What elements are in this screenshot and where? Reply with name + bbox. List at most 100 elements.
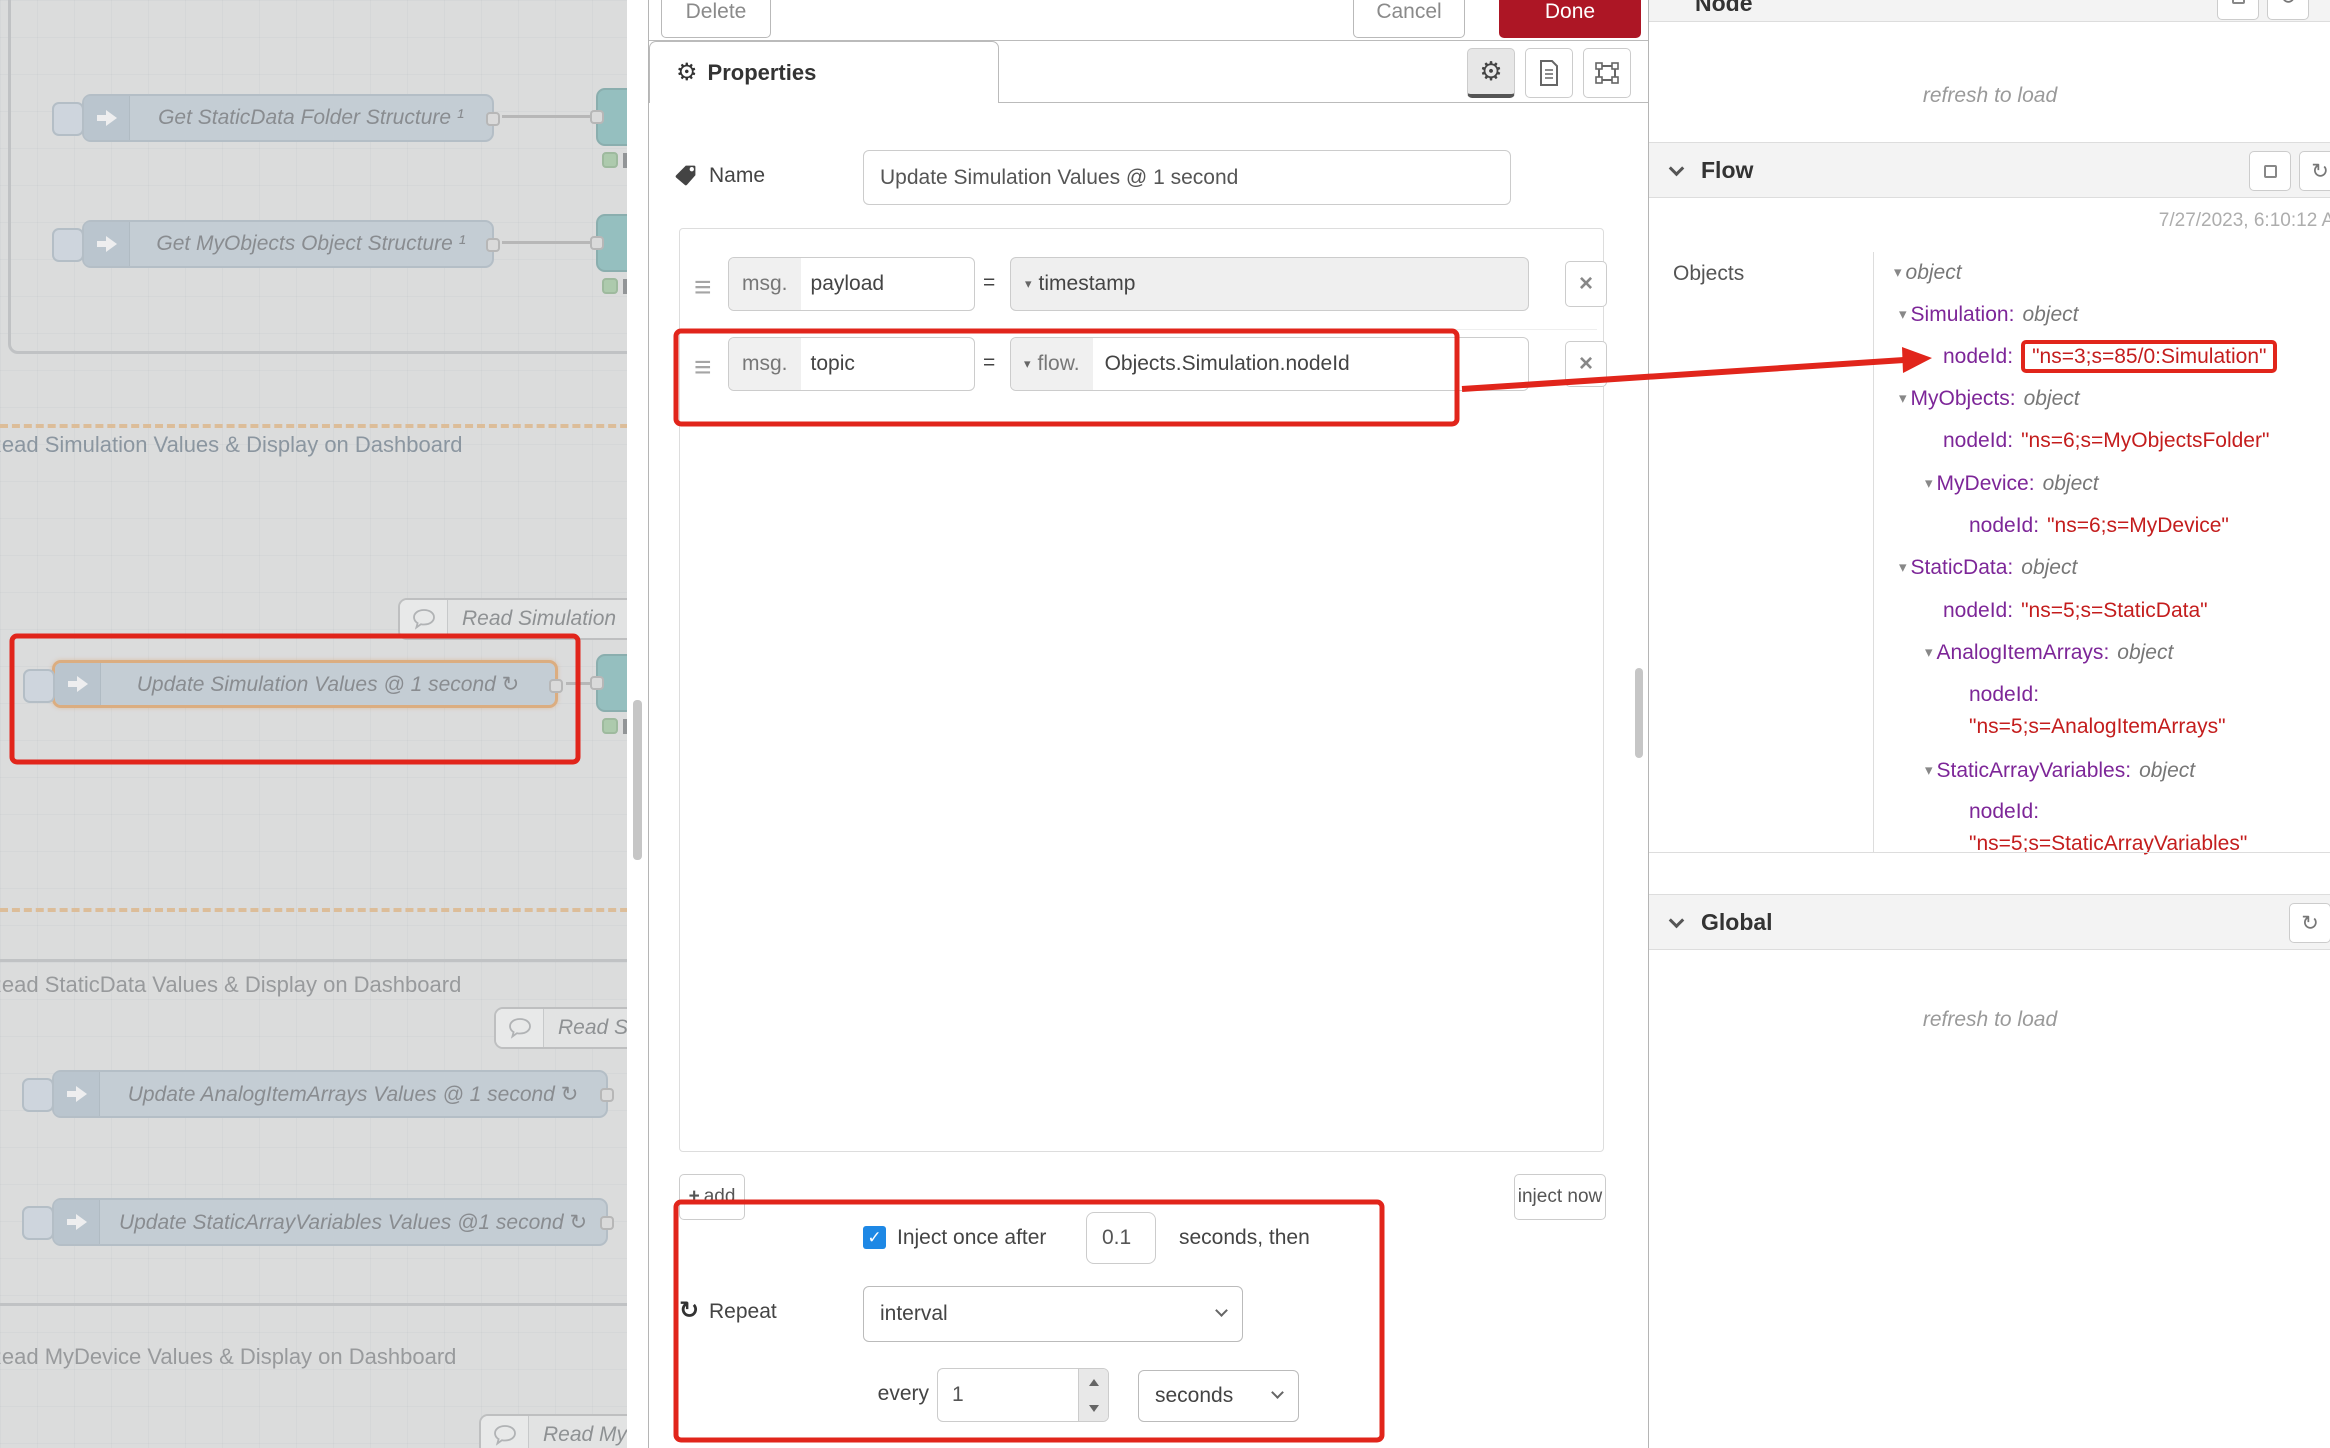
node-update-analogitemarrays[interactable]: Update AnalogItemArrays Values @ 1 secon… xyxy=(52,1070,608,1118)
node-description-button[interactable] xyxy=(1525,48,1573,98)
expand-triangle-icon[interactable]: ▾ xyxy=(1899,390,1907,407)
tree-row[interactable]: ▾AnalogItemArrays:object xyxy=(1925,638,2173,668)
name-input[interactable]: Update Simulation Values @ 1 second xyxy=(863,150,1511,205)
spinner-up-icon[interactable] xyxy=(1089,1379,1099,1386)
output-port[interactable] xyxy=(486,238,500,252)
inject-now-button[interactable]: inject now xyxy=(1514,1174,1606,1220)
node-section-header[interactable]: Node ↻ xyxy=(1649,0,2330,22)
section-divider xyxy=(1649,852,2330,853)
flow-refresh-button[interactable]: ↻ xyxy=(2299,151,2330,191)
tree-row[interactable]: nodeId: xyxy=(1969,797,2047,827)
number-spinner[interactable] xyxy=(1078,1369,1108,1421)
drag-handle-icon[interactable]: ≡ xyxy=(694,351,712,385)
inject-once-checkbox[interactable]: ✓ xyxy=(863,1226,886,1249)
inject-trigger-button[interactable] xyxy=(23,669,55,703)
inject-trigger-button[interactable] xyxy=(22,1206,54,1240)
inject-trigger-button[interactable] xyxy=(22,1078,54,1112)
repeat-select[interactable]: interval xyxy=(863,1286,1243,1342)
output-port[interactable] xyxy=(549,679,563,693)
delete-button[interactable]: Delete xyxy=(661,0,771,38)
tree-row-nodeid-simulation[interactable]: nodeId:"ns=3;s=85/0:Simulation" xyxy=(1943,342,2277,372)
tab-properties[interactable]: ⚙ Properties xyxy=(649,41,999,103)
tree-row[interactable]: ▾MyObjects:object xyxy=(1899,384,2080,414)
node-copy-button[interactable] xyxy=(2217,0,2259,20)
cancel-button[interactable]: Cancel xyxy=(1353,0,1465,38)
annotation-box-nodeid: "ns=3;s=85/0:Simulation" xyxy=(2021,340,2277,373)
node-get-myobjects-structure[interactable]: Get MyObjects Object Structure ¹ xyxy=(82,220,494,268)
output-port[interactable] xyxy=(600,1216,614,1230)
interval-unit-select[interactable]: seconds xyxy=(1138,1370,1299,1422)
node-update-simulation[interactable]: Update Simulation Values @ 1 second ↻ xyxy=(52,660,558,708)
node-get-staticdata-structure[interactable]: Get StaticData Folder Structure ¹ xyxy=(82,94,494,142)
node-settings-button[interactable]: ⚙ xyxy=(1467,48,1515,98)
flow-copy-button[interactable] xyxy=(2249,151,2291,191)
wire xyxy=(502,115,598,118)
output-port[interactable] xyxy=(486,112,500,126)
expand-triangle-icon[interactable]: ▾ xyxy=(1894,264,1902,281)
remove-row-button[interactable]: × xyxy=(1565,261,1607,307)
node-context-placeholder: refresh to load xyxy=(1649,84,2330,108)
expand-triangle-icon[interactable]: ▾ xyxy=(1899,306,1907,323)
canvas-scrollbar-track[interactable] xyxy=(627,0,648,1448)
spinner-down-icon[interactable] xyxy=(1089,1405,1099,1412)
group-dashed-border xyxy=(0,424,640,428)
comment-label: Read S xyxy=(544,1016,628,1040)
canvas-scrollbar-thumb[interactable] xyxy=(633,700,642,860)
prop-name-input-payload[interactable]: msg. payload xyxy=(728,257,975,311)
tree-row[interactable]: nodeId: xyxy=(1969,680,2047,710)
expand-triangle-icon[interactable]: ▾ xyxy=(1925,644,1933,661)
typed-input-timestamp[interactable]: ▾ timestamp xyxy=(1010,257,1529,311)
tree-row-wrapped-value: "ns=5;s=StaticArrayVariables" xyxy=(1969,829,2247,859)
global-section-header[interactable]: Global ↻ xyxy=(1649,894,2330,950)
tree-row[interactable]: ▾object xyxy=(1894,258,1962,288)
flow-canvas[interactable]: Get StaticData Folder Structure ¹ Get My… xyxy=(0,0,648,1448)
flow-context-timestamp: 7/27/2023, 6:10:12 AM xyxy=(2159,210,2330,232)
gear-icon: ⚙ xyxy=(1479,56,1502,87)
tree-row[interactable]: ▾StaticData:object xyxy=(1899,553,2077,583)
tree-row[interactable]: ▾StaticArrayVariables:object xyxy=(1925,756,2195,786)
wire xyxy=(502,241,598,244)
tree-row[interactable]: nodeId:"ns=5;s=StaticData" xyxy=(1943,596,2208,626)
global-section-title: Global xyxy=(1701,895,1773,949)
input-port[interactable] xyxy=(590,236,604,250)
output-port[interactable] xyxy=(600,1088,614,1102)
tree-row[interactable]: nodeId:"ns=6;s=MyObjectsFolder" xyxy=(1943,426,2269,456)
equals-sign: = xyxy=(983,271,995,295)
inject-delay-input[interactable]: 0.1 xyxy=(1086,1212,1156,1264)
expand-triangle-icon[interactable]: ▾ xyxy=(1925,475,1933,492)
refresh-icon: ↻ xyxy=(2301,911,2319,936)
flow-section-header[interactable]: Flow ↻ xyxy=(1649,142,2330,198)
equals-sign: = xyxy=(983,351,995,375)
drag-handle-icon[interactable]: ≡ xyxy=(694,271,712,305)
group-label-staticdata: Read StaticData Values & Display on Dash… xyxy=(0,972,461,998)
global-refresh-button[interactable]: ↻ xyxy=(2289,903,2330,943)
typed-input-flow-context[interactable]: ▾flow. Objects.Simulation.nodeId xyxy=(1010,337,1529,391)
node-appearance-button[interactable] xyxy=(1583,48,1631,98)
tree-row[interactable]: nodeId:"ns=6;s=MyDevice" xyxy=(1969,511,2229,541)
inject-trigger-button[interactable] xyxy=(52,102,84,136)
status-dot xyxy=(602,152,618,168)
every-label: every xyxy=(869,1382,929,1406)
context-key-objects: Objects xyxy=(1673,262,1744,286)
repeat-icon: ↻ xyxy=(679,1296,699,1325)
flow-type-selector[interactable]: ▾flow. xyxy=(1011,338,1093,390)
status-dot xyxy=(602,278,618,294)
inject-trigger-button[interactable] xyxy=(52,228,84,262)
prop-name-input-topic[interactable]: msg. topic xyxy=(728,337,975,391)
done-button[interactable]: Done xyxy=(1499,0,1641,38)
tree-row[interactable]: ▾MyDevice:object xyxy=(1925,469,2099,499)
comment-read-simulation[interactable]: Read Simulation xyxy=(398,598,660,640)
remove-row-button[interactable]: × xyxy=(1565,341,1607,387)
expand-triangle-icon[interactable]: ▾ xyxy=(1925,762,1933,779)
gear-icon: ⚙ xyxy=(676,58,698,87)
input-port[interactable] xyxy=(590,676,604,690)
add-row-button[interactable]: +add xyxy=(679,1174,745,1220)
dialog-scrollbar-thumb[interactable] xyxy=(1635,668,1643,758)
expand-triangle-icon[interactable]: ▾ xyxy=(1899,559,1907,576)
node-update-staticarrayvariables[interactable]: Update StaticArrayVariables Values @1 se… xyxy=(52,1198,608,1246)
input-port[interactable] xyxy=(590,110,604,124)
node-refresh-button[interactable]: ↻ xyxy=(2267,0,2309,20)
interval-value-input[interactable]: 1 xyxy=(937,1368,1109,1422)
node-label: Get StaticData Folder Structure ¹ xyxy=(130,106,492,130)
tree-row[interactable]: ▾Simulation:object xyxy=(1899,300,2078,330)
